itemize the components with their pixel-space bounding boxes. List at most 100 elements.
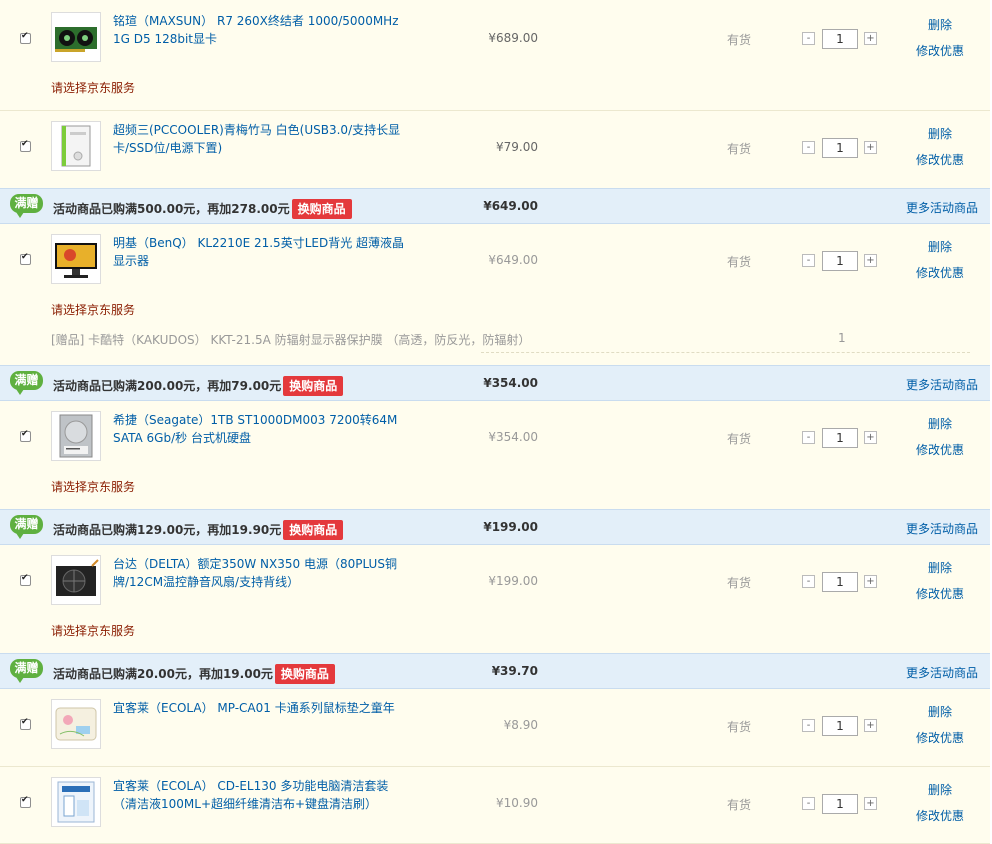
item-actions: 删除 修改优惠	[916, 121, 976, 173]
item-checkbox[interactable]	[20, 795, 31, 808]
product-price: ¥649.00	[488, 253, 538, 267]
quantity-input[interactable]: 1	[822, 251, 858, 271]
select-service-link[interactable]: 请选择京东服务	[51, 301, 135, 318]
product-price: ¥199.00	[488, 574, 538, 588]
modify-promo-link[interactable]: 修改优惠	[916, 581, 976, 607]
product-title[interactable]: 明基（BenQ） KL2210E 21.5英寸LED背光 超薄液晶显示器	[113, 234, 408, 270]
promo-total: ¥649.00	[483, 199, 538, 213]
item-checkbox[interactable]	[20, 717, 31, 730]
item-checkbox[interactable]	[20, 573, 31, 586]
cart-item: 铭瑄（MAXSUN） R7 260X终结者 1000/5000MHz 1G D5…	[0, 0, 990, 111]
product-title[interactable]: 台达（DELTA）额定350W NX350 电源（80PLUS铜牌/12CM温控…	[113, 555, 408, 591]
quantity-input[interactable]: 1	[822, 138, 858, 158]
product-thumbnail[interactable]	[51, 777, 101, 827]
quantity-decrease-button[interactable]: -	[802, 32, 815, 45]
quantity-input[interactable]: 1	[822, 794, 858, 814]
swap-goods-button[interactable]: 换购商品	[291, 199, 352, 219]
modify-promo-link[interactable]: 修改优惠	[916, 803, 976, 829]
quantity-input[interactable]: 1	[822, 572, 858, 592]
product-title[interactable]: 宜客莱（ECOLA） CD-EL130 多功能电脑清洁套装（清洁液100ML+超…	[113, 777, 408, 813]
quantity-increase-button[interactable]: +	[864, 32, 877, 45]
product-thumbnail[interactable]	[51, 699, 101, 749]
product-title[interactable]: 宜客莱（ECOLA） MP-CA01 卡通系列鼠标垫之童年	[113, 699, 408, 717]
quantity-increase-button[interactable]: +	[864, 254, 877, 267]
cart-item: 台达（DELTA）额定350W NX350 电源（80PLUS铜牌/12CM温控…	[0, 545, 990, 654]
quantity-stepper: - 1 +	[802, 29, 882, 49]
quantity-increase-button[interactable]: +	[864, 141, 877, 154]
stock-status: 有货	[727, 576, 752, 590]
delete-link[interactable]: 删除	[916, 777, 964, 803]
promo-bar: 满赠 活动商品已购满20.00元，再加19.00元 换购商品 ¥39.70 更多活…	[0, 653, 990, 689]
promo-total: ¥39.70	[491, 664, 538, 678]
quantity-input[interactable]: 1	[822, 716, 858, 736]
monitor-icon	[55, 243, 97, 278]
product-price: ¥689.00	[488, 31, 538, 45]
quantity-increase-button[interactable]: +	[864, 797, 877, 810]
swap-goods-button[interactable]: 换购商品	[283, 376, 344, 396]
swap-goods-button[interactable]: 换购商品	[283, 520, 344, 540]
quantity-decrease-button[interactable]: -	[802, 254, 815, 267]
cart-item: 宜客莱（ECOLA） CD-EL130 多功能电脑清洁套装（清洁液100ML+超…	[0, 767, 990, 844]
item-checkbox[interactable]	[20, 31, 31, 44]
promo-bar: 满赠 活动商品已购满129.00元，再加19.90元 换购商品 ¥199.00 更…	[0, 509, 990, 545]
stock-status: 有货	[727, 720, 752, 734]
modify-promo-link[interactable]: 修改优惠	[916, 260, 976, 286]
delete-link[interactable]: 删除	[916, 234, 964, 260]
product-thumbnail[interactable]	[51, 121, 101, 171]
quantity-input[interactable]: 1	[822, 29, 858, 49]
cart-item: 宜客莱（ECOLA） MP-CA01 卡通系列鼠标垫之童年 ¥8.90 有货 -…	[0, 689, 990, 767]
quantity-decrease-button[interactable]: -	[802, 431, 815, 444]
divider	[481, 352, 970, 353]
product-thumbnail[interactable]	[51, 555, 101, 605]
quantity-increase-button[interactable]: +	[864, 431, 877, 444]
select-service-link[interactable]: 请选择京东服务	[51, 622, 135, 639]
item-checkbox[interactable]	[20, 252, 31, 265]
quantity-decrease-button[interactable]: -	[802, 797, 815, 810]
gift-text[interactable]: [赠品] 卡酷特（KAKUDOS） KKT-21.5A 防辐射显示器保护膜 （高…	[51, 333, 530, 347]
delete-link[interactable]: 删除	[916, 699, 964, 725]
quantity-decrease-button[interactable]: -	[802, 141, 815, 154]
quantity-increase-button[interactable]: +	[864, 719, 877, 732]
product-thumbnail[interactable]	[51, 12, 101, 62]
full-gift-badge: 满赠	[10, 515, 43, 539]
cart-item: 超频三(PCCOOLER)青梅竹马 白色(USB3.0/支持长显卡/SSD位/电…	[0, 111, 990, 189]
quantity-decrease-button[interactable]: -	[802, 719, 815, 732]
product-title[interactable]: 希捷（Seagate）1TB ST1000DM003 7200转64M SATA…	[113, 411, 408, 447]
delete-link[interactable]: 删除	[916, 411, 964, 437]
quantity-stepper: - 1 +	[802, 716, 882, 736]
quantity-stepper: - 1 +	[802, 428, 882, 448]
gift-quantity: 1	[838, 331, 846, 345]
more-promo-goods-link[interactable]: 更多活动商品	[906, 199, 978, 216]
product-thumbnail[interactable]	[51, 234, 101, 284]
product-price: ¥354.00	[488, 430, 538, 444]
swap-goods-button[interactable]: 换购商品	[274, 664, 335, 684]
quantity-input[interactable]: 1	[822, 428, 858, 448]
delete-link[interactable]: 删除	[916, 555, 964, 581]
delete-link[interactable]: 删除	[916, 121, 964, 147]
product-title[interactable]: 超频三(PCCOOLER)青梅竹马 白色(USB3.0/支持长显卡/SSD位/电…	[113, 121, 408, 157]
modify-promo-link[interactable]: 修改优惠	[916, 38, 976, 64]
modify-promo-link[interactable]: 修改优惠	[916, 437, 976, 463]
power-supply-icon	[56, 559, 99, 596]
full-gift-badge: 满赠	[10, 194, 43, 218]
more-promo-goods-link[interactable]: 更多活动商品	[906, 664, 978, 681]
quantity-stepper: - 1 +	[802, 251, 882, 271]
stock-status: 有货	[727, 798, 752, 812]
more-promo-goods-link[interactable]: 更多活动商品	[906, 520, 978, 537]
gift-row: [赠品] 卡酷特（KAKUDOS） KKT-21.5A 防辐射显示器保护膜 （高…	[51, 331, 970, 355]
modify-promo-link[interactable]: 修改优惠	[916, 725, 976, 751]
promo-total: ¥354.00	[483, 376, 538, 390]
select-service-link[interactable]: 请选择京东服务	[51, 79, 135, 96]
quantity-increase-button[interactable]: +	[864, 575, 877, 588]
full-gift-badge: 满赠	[10, 659, 43, 683]
product-thumbnail[interactable]	[51, 411, 101, 461]
modify-promo-link[interactable]: 修改优惠	[916, 147, 976, 173]
quantity-stepper: - 1 +	[802, 138, 882, 158]
select-service-link[interactable]: 请选择京东服务	[51, 478, 135, 495]
product-title[interactable]: 铭瑄（MAXSUN） R7 260X终结者 1000/5000MHz 1G D5…	[113, 12, 408, 48]
delete-link[interactable]: 删除	[916, 12, 964, 38]
item-checkbox[interactable]	[20, 429, 31, 442]
quantity-decrease-button[interactable]: -	[802, 575, 815, 588]
more-promo-goods-link[interactable]: 更多活动商品	[906, 376, 978, 393]
item-checkbox[interactable]	[20, 139, 31, 152]
